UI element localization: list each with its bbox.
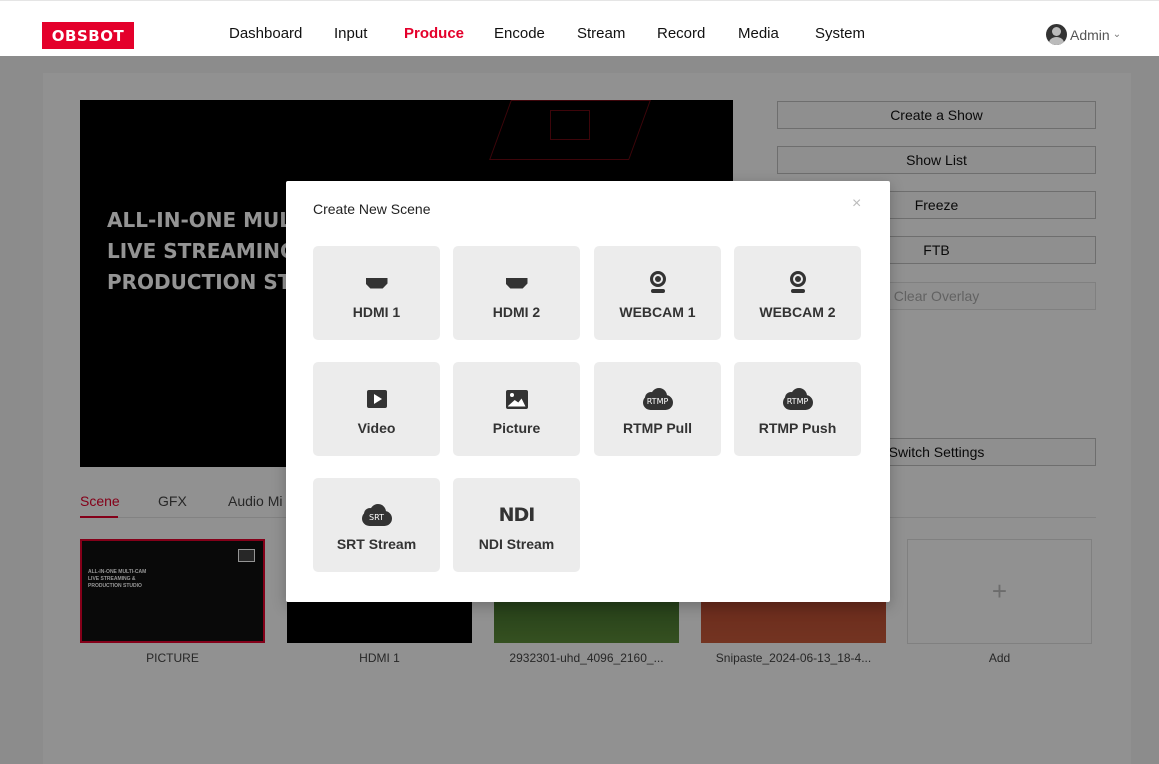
- webcam-icon: [787, 271, 809, 295]
- obsbot-logo[interactable]: OBSBOT: [42, 22, 134, 49]
- ndi-icon: NDI: [498, 504, 536, 526]
- nav-stream[interactable]: Stream: [577, 25, 625, 42]
- scene-source-rtmp-pull[interactable]: RTMP RTMP Pull: [594, 362, 721, 456]
- scene-source-hdmi2[interactable]: HDMI 2: [453, 246, 580, 340]
- scene-source-picture[interactable]: Picture: [453, 362, 580, 456]
- hdmi-icon: [365, 277, 388, 289]
- nav-system[interactable]: System: [815, 25, 865, 42]
- tile-label: NDI Stream: [478, 536, 555, 552]
- tile-label: RTMP Pull: [623, 420, 692, 436]
- nav-encode[interactable]: Encode: [494, 25, 545, 42]
- tile-label: HDMI 1: [352, 304, 401, 320]
- tile-label: Picture: [492, 420, 541, 436]
- avatar-icon: [1046, 24, 1067, 45]
- rtmp-cloud-icon: RTMP: [639, 388, 677, 410]
- hdmi-icon: [505, 277, 528, 289]
- close-icon[interactable]: ×: [852, 195, 861, 213]
- srt-cloud-icon: SRT: [358, 504, 396, 526]
- nav-input[interactable]: Input: [334, 25, 367, 42]
- nav-record[interactable]: Record: [657, 25, 705, 42]
- tile-label: WEBCAM 1: [619, 304, 696, 320]
- tile-label: Video: [357, 420, 396, 436]
- user-name: Admin: [1070, 26, 1110, 43]
- scene-source-video[interactable]: Video: [313, 362, 440, 456]
- tile-label: RTMP Push: [758, 420, 837, 436]
- picture-icon: [505, 389, 528, 409]
- scene-source-rtmp-push[interactable]: RTMP RTMP Push: [734, 362, 861, 456]
- nav-produce[interactable]: Produce: [404, 25, 464, 42]
- scene-source-ndi-stream[interactable]: NDI NDI Stream: [453, 478, 580, 572]
- user-menu[interactable]: Admin ⌄: [1046, 24, 1121, 45]
- nav-dashboard[interactable]: Dashboard: [229, 25, 302, 42]
- play-icon: [366, 390, 387, 408]
- chevron-down-icon: ⌄: [1112, 29, 1122, 40]
- webcam-icon: [647, 271, 669, 295]
- tile-label: HDMI 2: [492, 304, 541, 320]
- top-navigation-bar: OBSBOT Dashboard Input Produce Encode St…: [0, 0, 1159, 56]
- modal-title: Create New Scene: [313, 201, 431, 217]
- scene-source-srt-stream[interactable]: SRT SRT Stream: [313, 478, 440, 572]
- create-scene-modal: Create New Scene × HDMI 1 HDMI 2 WEBCAM …: [286, 181, 890, 602]
- tile-label: WEBCAM 2: [759, 304, 836, 320]
- scene-source-webcam2[interactable]: WEBCAM 2: [734, 246, 861, 340]
- tile-label: SRT Stream: [336, 536, 417, 552]
- rtmp-cloud-icon: RTMP: [779, 388, 817, 410]
- scene-source-webcam1[interactable]: WEBCAM 1: [594, 246, 721, 340]
- scene-source-hdmi1[interactable]: HDMI 1: [313, 246, 440, 340]
- nav-media[interactable]: Media: [738, 25, 779, 42]
